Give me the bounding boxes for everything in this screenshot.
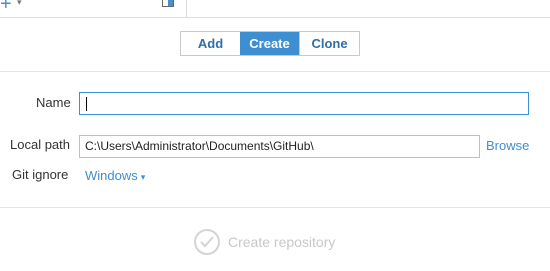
divider bbox=[0, 71, 550, 72]
chevron-down-icon: ▾ bbox=[140, 172, 146, 182]
checkmark-circle-icon bbox=[194, 229, 220, 255]
top-toolbar: + ▾ bbox=[0, 0, 550, 18]
name-label: Name bbox=[36, 95, 71, 110]
caret-down-icon[interactable]: ▾ bbox=[17, 0, 22, 8]
local-path-label: Local path bbox=[10, 137, 70, 152]
create-repository-label: Create repository bbox=[228, 234, 336, 250]
plus-icon[interactable]: + bbox=[0, 0, 12, 14]
git-ignore-dropdown[interactable]: Windows ▾ bbox=[85, 166, 145, 187]
local-path-input[interactable]: C:\Users\Administrator\Documents\GitHub\ bbox=[79, 135, 480, 158]
create-repository-button[interactable]: Create repository bbox=[194, 228, 335, 256]
browse-button[interactable]: Browse bbox=[486, 136, 529, 156]
panel-toggle-icon[interactable] bbox=[162, 0, 174, 7]
git-ignore-label: Git ignore bbox=[12, 167, 69, 182]
toolbar-mark bbox=[198, 0, 203, 2]
tab-clone[interactable]: Clone bbox=[299, 32, 359, 55]
name-input[interactable] bbox=[79, 92, 529, 115]
divider bbox=[0, 207, 550, 208]
mode-tabs: Add Create Clone bbox=[180, 31, 360, 56]
toolbar-divider bbox=[186, 0, 187, 17]
text-cursor bbox=[86, 97, 87, 111]
tab-add[interactable]: Add bbox=[181, 32, 240, 55]
tab-create[interactable]: Create bbox=[240, 32, 299, 55]
git-ignore-value: Windows bbox=[85, 168, 138, 183]
